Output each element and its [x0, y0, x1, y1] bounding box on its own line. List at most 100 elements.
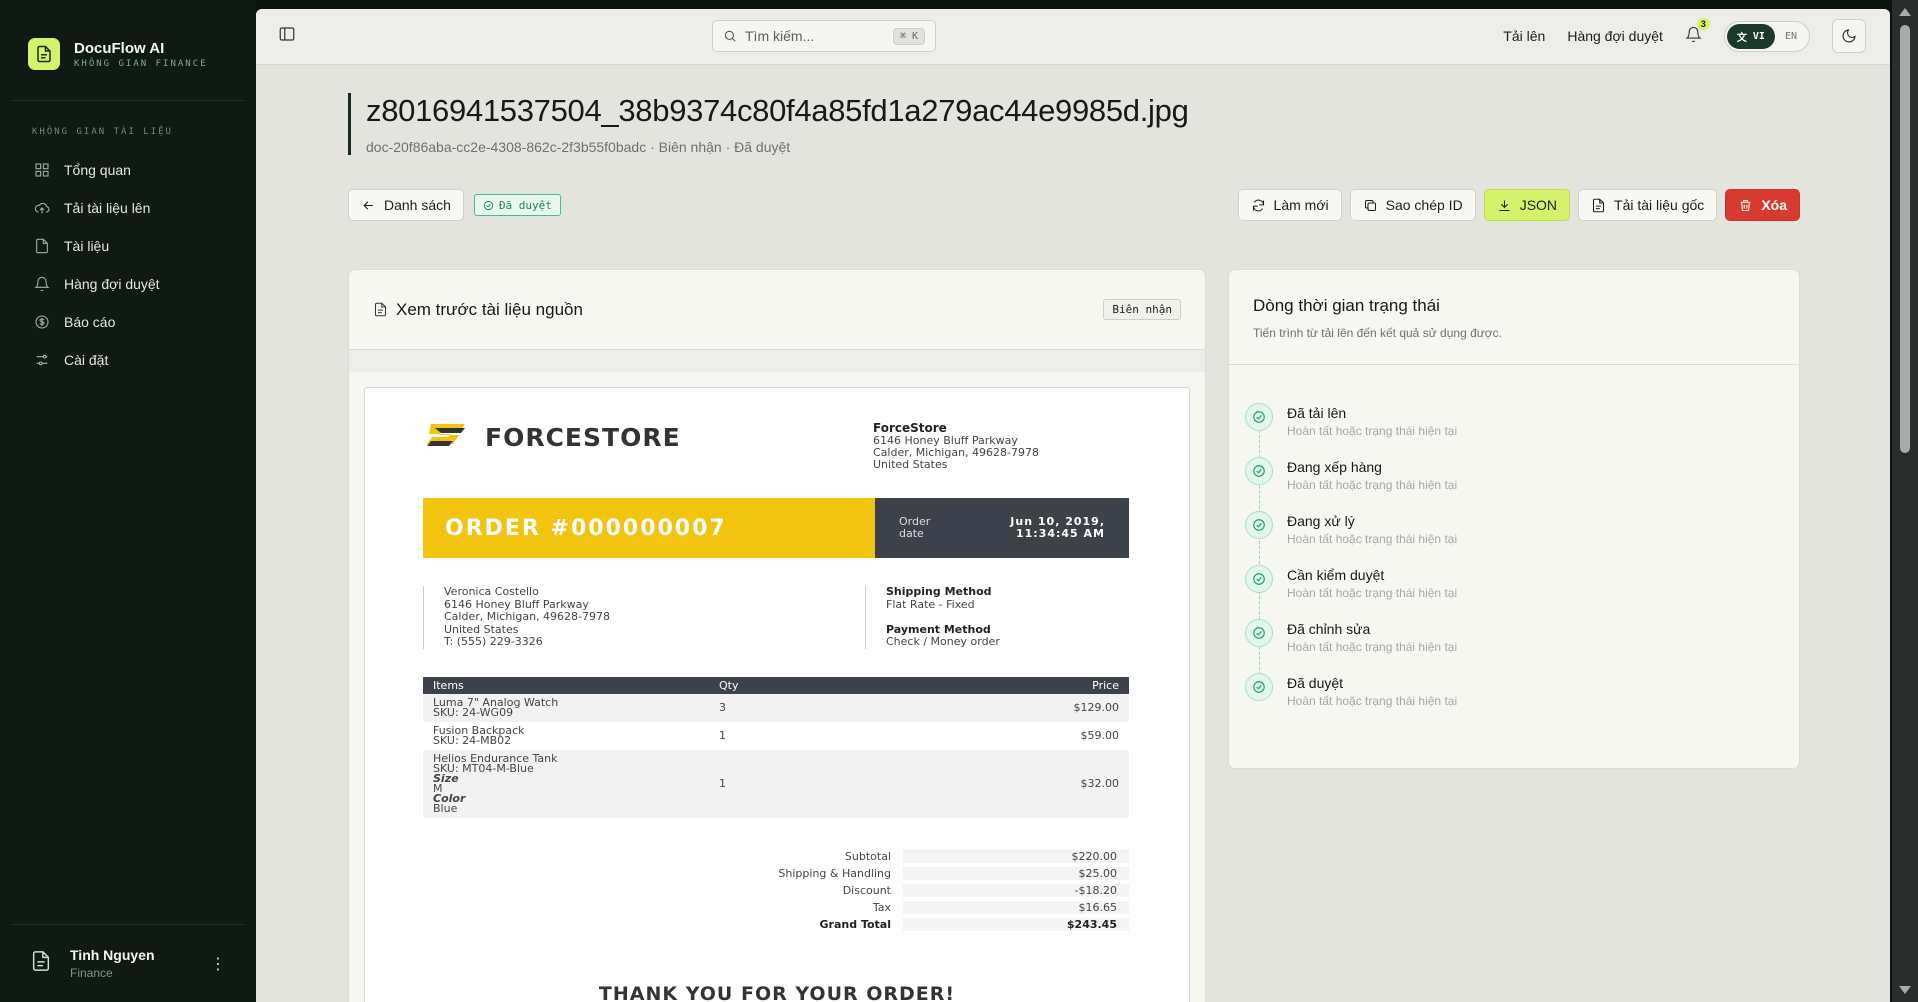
receipt-store-info: ForceStore 6146 Honey Bluff Parkway Cald… — [873, 422, 1039, 471]
notification-badge: 3 — [1696, 18, 1710, 30]
totals-label: Tax — [872, 901, 891, 914]
item-sku: SKU: 24-MB02 — [433, 734, 512, 747]
lang-option-vi[interactable]: 文 VI — [1726, 23, 1775, 49]
main-content: Tìm kiếm... ⌘ K Tải lên Hàng đợi duyệt 3… — [256, 9, 1890, 1002]
payment-method-label: Payment Method — [886, 622, 991, 636]
source-preview-panel: Xem trước tài liệu nguồn Biên nhận FORCE… — [348, 269, 1206, 1002]
document-meta: doc-20f86aba-cc2e-4308-862c-2f3b55f0badc… — [366, 139, 791, 155]
receipt-thank-you: THANK YOU FOR YOUR ORDER! — [598, 983, 956, 1002]
user-profile[interactable]: Tinh Nguyen Finance ⋮ — [10, 924, 246, 1002]
timeline-step: Đã chỉnh sửa Hoàn tất hoặc trạng thái hiệ… — [1245, 619, 1783, 673]
theme-toggle-button[interactable] — [1832, 19, 1866, 53]
refresh-icon — [1252, 199, 1264, 211]
totals-label: Subtotal — [844, 850, 891, 863]
status-badge: Đã duyệt — [473, 194, 561, 216]
back-to-list-button[interactable]: Danh sách — [348, 189, 464, 221]
lang-vi-label: VI — [1752, 30, 1765, 42]
customer-line: 6146 Honey Bluff Parkway — [444, 597, 589, 611]
column-header: Qty — [709, 677, 1009, 694]
customer-line: T: (555) 229-3326 — [444, 635, 543, 648]
timeline-step-desc: Hoàn tất hoặc trạng thái hiện tại — [1287, 424, 1458, 438]
sidebar: DocuFlow AI KHÔNG GIAN FINANCE KHÔNG GIA… — [0, 0, 256, 1002]
scrollbar-thumb[interactable] — [1900, 25, 1910, 453]
status-badge-label: Đã duyệt — [498, 198, 552, 212]
search-shortcut: ⌘ K — [892, 27, 925, 45]
sidebar-item-settings[interactable]: Cài đặt — [0, 341, 256, 379]
brand[interactable]: DocuFlow AI KHÔNG GIAN FINANCE — [0, 0, 256, 80]
refresh-button[interactable]: Làm mới — [1237, 189, 1342, 221]
table-row: Luma 7" Analog Watch SKU: 24-WG09 3 $129.… — [423, 694, 1129, 722]
copy-id-label: Sao chép ID — [1385, 197, 1463, 213]
file-text-icon — [375, 302, 386, 317]
column-header: Items — [423, 677, 709, 694]
copy-id-button[interactable]: Sao chép ID — [1349, 189, 1476, 221]
sidebar-item-label: Báo cáo — [64, 314, 116, 330]
translate-icon: 文 — [1736, 32, 1747, 44]
timeline-step-desc: Hoàn tất hoặc trạng thái hiện tại — [1287, 640, 1458, 654]
timeline-step: Cần kiểm duyệt Hoàn tất hoặc trạng thái h… — [1245, 565, 1783, 619]
more-vertical-icon[interactable]: ⋮ — [210, 954, 226, 974]
receipt-customer-address: Veronica Costello 6146 Honey Bluff Parkw… — [423, 585, 610, 649]
totals-row: Tax $16.65 — [423, 899, 1129, 916]
lang-option-en[interactable]: EN — [1775, 26, 1807, 47]
timeline-list: Đã tải lên Hoàn tất hoặc trạng thái hiện … — [1229, 365, 1799, 727]
refresh-label: Làm mới — [1273, 197, 1329, 213]
receipt-order-date: Order date Jun 10, 2019, 11:34:45 AM — [875, 498, 1129, 558]
totals-value: $220.00 — [903, 850, 1129, 863]
item-qty: 1 — [719, 729, 726, 742]
sidebar-toggle-icon[interactable] — [278, 25, 296, 48]
page-scrollbar[interactable] — [1892, 0, 1918, 1002]
arrow-left-icon — [363, 200, 373, 210]
brand-name: DocuFlow AI — [74, 39, 165, 57]
download-original-label: Tải tài liệu gốc — [1614, 197, 1705, 213]
sidebar-item-label: Tổng quan — [64, 162, 131, 178]
download-json-button[interactable]: JSON — [1483, 189, 1571, 221]
file-text-icon — [1593, 198, 1605, 212]
sidebar-item-overview[interactable]: Tổng quan — [0, 151, 256, 189]
totals-value: $25.00 — [903, 867, 1129, 880]
language-switcher[interactable]: 文 VI EN — [1723, 20, 1810, 52]
topbar-link-review-queue[interactable]: Hàng đợi duyệt — [1567, 28, 1663, 44]
sidebar-item-review-queue[interactable]: Hàng đợi duyệt — [0, 265, 256, 303]
order-date-label-line: date — [899, 527, 924, 540]
sidebar-item-documents[interactable]: Tài liệu — [0, 227, 256, 265]
sidebar-item-upload[interactable]: Tải tài liệu lên — [0, 189, 256, 227]
delete-button[interactable]: Xóa — [1725, 189, 1800, 221]
notification-button[interactable]: 3 — [1685, 18, 1710, 46]
shipping-method-label: Shipping Method — [886, 585, 992, 598]
receipt-logo-text: FORCESTORE — [485, 422, 681, 452]
back-label: Danh sách — [384, 197, 451, 213]
search-placeholder: Tìm kiếm... — [745, 28, 815, 44]
check-circle-icon — [1245, 511, 1273, 539]
customer-line: Veronica Costello — [444, 585, 539, 598]
sidebar-item-reports[interactable]: Báo cáo — [0, 303, 256, 341]
table-row: Helios Endurance Tank SKU: MT04-M-Blue S… — [423, 750, 1129, 818]
totals-label: Discount — [842, 884, 891, 897]
timeline-step: Đã tải lên Hoàn tất hoặc trạng thái hiện … — [1245, 403, 1783, 457]
topbar: Tìm kiếm... ⌘ K Tải lên Hàng đợi duyệt 3… — [256, 9, 1890, 65]
receipt-shipping-payment: Shipping Method Flat Rate - Fixed Paymen… — [865, 585, 1000, 649]
payment-method: Check / Money order — [886, 635, 1000, 648]
table-row: Fusion Backpack SKU: 24-MB02 1 $59.00 — [423, 722, 1129, 750]
grand-total-value: $243.45 — [1066, 918, 1117, 931]
timeline-step: Đang xử lý Hoàn tất hoặc trạng thái hiện … — [1245, 511, 1783, 565]
delete-label: Xóa — [1761, 197, 1787, 213]
timeline-header: Dòng thời gian trạng thái Tiến trình từ … — [1229, 270, 1799, 365]
search-icon — [724, 30, 736, 42]
download-original-button[interactable]: Tải tài liệu gốc — [1578, 189, 1718, 221]
scroll-up-arrow-icon[interactable] — [1899, 8, 1911, 16]
search-input[interactable]: Tìm kiếm... ⌘ K — [712, 20, 936, 52]
totals-row: Subtotal $220.00 — [423, 848, 1129, 865]
topbar-link-upload[interactable]: Tải lên — [1503, 28, 1545, 44]
trash-icon — [1740, 199, 1751, 211]
receipt-image: FORCESTORE ForceStore 6146 Honey Bluff P… — [364, 387, 1190, 1002]
file-icon — [36, 238, 48, 254]
timeline-step-name: Đang xử lý — [1287, 513, 1355, 529]
scroll-down-arrow-icon[interactable] — [1899, 986, 1911, 994]
customer-line: United States — [444, 622, 519, 636]
download-icon — [1499, 200, 1510, 211]
preview-panel-title: Xem trước tài liệu nguồn — [373, 300, 583, 320]
sidebar-item-label: Cài đặt — [64, 352, 109, 368]
preview-panel-header: Xem trước tài liệu nguồn Biên nhận — [349, 270, 1205, 350]
totals-label: Shipping & Handling — [778, 867, 891, 880]
